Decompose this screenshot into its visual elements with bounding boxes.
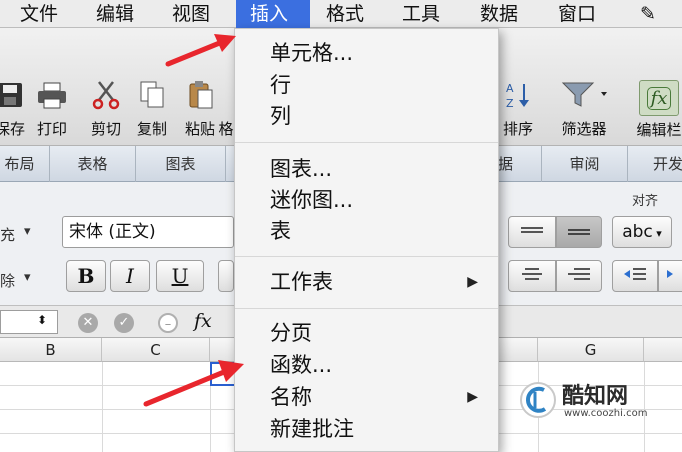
- filter-button[interactable]: 筛选器: [556, 80, 612, 139]
- submenu-arrow-icon: ▶: [467, 274, 478, 290]
- menu-separator: [235, 256, 498, 257]
- cut-label: 剪切: [90, 120, 121, 138]
- menu-edit[interactable]: 编辑: [88, 0, 142, 28]
- align-right-icon: [568, 268, 590, 280]
- column-header-f[interactable]: [498, 338, 538, 362]
- copy-icon: [136, 80, 168, 110]
- align-top-button[interactable]: [508, 216, 556, 248]
- script-menu-icon[interactable]: ✎: [632, 0, 664, 28]
- tab-layout[interactable]: 布局: [0, 146, 50, 182]
- menu-bar: 文件 编辑 视图 插入 格式 工具 数据 窗口 ✎: [0, 0, 682, 28]
- annotation-arrow-function: [143, 360, 244, 407]
- print-button[interactable]: 打印: [28, 80, 76, 139]
- column-line: [102, 362, 103, 452]
- decrease-indent-icon: [624, 268, 646, 280]
- increase-indent-icon: [667, 270, 673, 278]
- cancel-formula-icon[interactable]: ✕: [78, 313, 98, 333]
- formula-builder-icon[interactable]: –: [158, 313, 178, 333]
- copy-button[interactable]: 复制: [128, 80, 176, 139]
- tab-developer[interactable]: 开发: [628, 146, 682, 182]
- menu-data[interactable]: 数据: [472, 0, 526, 28]
- wrap-text-button[interactable]: abc ▾: [612, 216, 672, 248]
- border-button[interactable]: [218, 260, 234, 292]
- name-box-stepper-icon[interactable]: ⬍: [37, 313, 47, 327]
- format-painter-button[interactable]: 格: [216, 80, 236, 139]
- menu-item-page-break[interactable]: 分页: [270, 319, 312, 347]
- fx-label[interactable]: fx: [194, 310, 212, 332]
- wrap-text-label: abc: [622, 222, 653, 242]
- fx-icon: fx: [639, 80, 679, 116]
- decrease-indent-button[interactable]: [612, 260, 658, 292]
- formula-bar-label: 编辑栏: [636, 121, 682, 139]
- save-icon: [0, 80, 26, 110]
- formula-bar-toggle-button[interactable]: fx 编辑栏: [630, 80, 682, 140]
- column-header-b[interactable]: B: [0, 338, 102, 362]
- menu-item-table[interactable]: 表: [270, 217, 291, 245]
- format-icon: [216, 80, 236, 110]
- column-header-h[interactable]: [644, 338, 682, 362]
- menu-item-columns[interactable]: 列: [270, 102, 291, 130]
- insert-menu-dropdown: 单元格... 行 列 图表... 迷你图... 表 工作表 ▶ 分页 函数...…: [234, 28, 499, 452]
- watermark: 酷知网 www.coozhi.com: [510, 370, 682, 430]
- clear-label: 除: [0, 272, 16, 290]
- column-header-g[interactable]: G: [538, 338, 644, 362]
- menu-insert[interactable]: 插入: [236, 0, 310, 28]
- tab-charts[interactable]: 图表: [136, 146, 226, 182]
- annotation-arrow-insert: [165, 34, 236, 67]
- underline-button[interactable]: U: [156, 260, 204, 292]
- submenu-arrow-icon: ▶: [467, 389, 478, 405]
- menu-separator: [235, 308, 498, 309]
- menu-window[interactable]: 窗口: [550, 0, 604, 28]
- menu-format[interactable]: 格式: [318, 0, 372, 28]
- menu-item-rows[interactable]: 行: [270, 71, 291, 99]
- fill-label: 充: [0, 226, 16, 244]
- align-middle-icon: [568, 229, 590, 235]
- align-center-button[interactable]: [508, 260, 556, 292]
- menu-item-chart[interactable]: 图表...: [270, 155, 332, 183]
- menu-tools[interactable]: 工具: [394, 0, 448, 28]
- menu-view[interactable]: 视图: [164, 0, 218, 28]
- italic-button[interactable]: I: [110, 260, 150, 292]
- menu-item-function[interactable]: 函数...: [270, 351, 332, 379]
- print-label: 打印: [36, 120, 67, 138]
- print-icon: [36, 80, 68, 110]
- bold-button[interactable]: B: [66, 260, 106, 292]
- filter-label: 筛选器: [561, 120, 607, 138]
- watermark-url: www.coozhi.com: [564, 408, 648, 419]
- align-center-icon: [522, 268, 542, 280]
- menu-separator: [235, 142, 498, 143]
- cut-button[interactable]: 剪切: [82, 80, 130, 139]
- menu-item-cells[interactable]: 单元格...: [270, 39, 353, 67]
- font-name-field[interactable]: 宋体 (正文): [62, 216, 234, 248]
- align-group-label: 对齐: [632, 194, 659, 209]
- menu-file[interactable]: 文件: [12, 0, 66, 28]
- sort-button[interactable]: AZ 排序: [494, 80, 542, 139]
- menu-item-sheet[interactable]: 工作表: [270, 268, 333, 296]
- svg-text:Z: Z: [506, 97, 514, 110]
- align-middle-button[interactable]: [556, 216, 602, 248]
- confirm-formula-icon[interactable]: ✓: [114, 313, 134, 333]
- fill-dropdown-icon[interactable]: ▾: [24, 224, 31, 239]
- copy-label: 复制: [136, 120, 167, 138]
- tab-tables[interactable]: 表格: [50, 146, 136, 182]
- sort-icon: AZ: [502, 80, 534, 110]
- format-label: 格: [218, 120, 234, 138]
- increase-indent-button[interactable]: [658, 260, 682, 292]
- scissors-icon: [90, 80, 122, 110]
- filter-icon: [559, 80, 609, 110]
- name-box[interactable]: ⬍: [0, 310, 58, 334]
- sort-label: 排序: [502, 120, 533, 138]
- clear-dropdown-icon[interactable]: ▾: [24, 270, 31, 285]
- watermark-brand: 酷知网: [562, 384, 629, 409]
- paste-icon: [184, 80, 216, 110]
- menu-item-name[interactable]: 名称: [270, 383, 312, 411]
- tab-review[interactable]: 审阅: [542, 146, 628, 182]
- align-right-button[interactable]: [556, 260, 602, 292]
- align-top-icon: [521, 227, 543, 233]
- menu-item-sparklines[interactable]: 迷你图...: [270, 186, 353, 214]
- svg-text:A: A: [506, 82, 514, 95]
- coozhi-logo-icon: [520, 382, 556, 418]
- menu-item-new-comment[interactable]: 新建批注: [270, 415, 354, 443]
